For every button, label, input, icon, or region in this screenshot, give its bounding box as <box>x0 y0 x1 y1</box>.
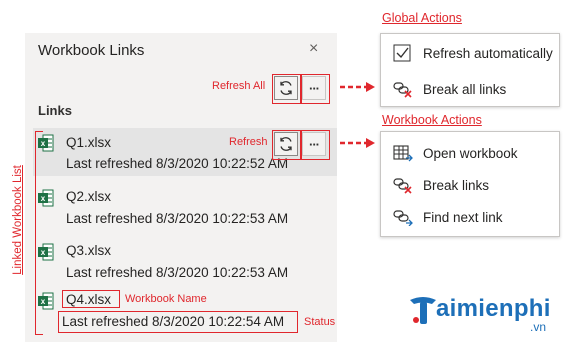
break-link-icon <box>393 178 412 194</box>
menu-item-break-links[interactable]: Break links <box>381 170 559 200</box>
global-more-highlight <box>300 74 330 104</box>
logo-brand-text: aimienphi <box>436 295 551 322</box>
menu-item-refresh-automatically[interactable]: Refresh automatically <box>381 38 559 68</box>
break-link-icon <box>393 82 412 98</box>
workbook-status: Last refreshed 8/3/2020 10:22:53 AM <box>66 265 289 280</box>
menu-item-label: Open workbook <box>423 145 518 161</box>
open-workbook-icon <box>393 145 413 162</box>
annotation-refresh: Refresh <box>229 136 268 148</box>
annotation-linked-workbook-list: Linked Workbook List <box>12 165 24 275</box>
checkmark-icon <box>393 44 411 62</box>
workbook-more-highlight <box>300 130 330 160</box>
global-actions-menu: Refresh automatically Break all links <box>380 33 560 107</box>
annotation-workbook-name: Workbook Name <box>125 293 207 305</box>
status-highlight <box>58 311 298 333</box>
global-actions-title: Global Actions <box>382 11 462 25</box>
annotation-refresh-all: Refresh All <box>212 80 266 92</box>
refresh-all-highlight <box>272 74 302 104</box>
workbook-status: Last refreshed 8/3/2020 10:22:52 AM <box>66 156 289 171</box>
watermark-logo: aimienphi .vn <box>408 286 568 338</box>
workbook-name: Q2.xlsx <box>66 189 112 204</box>
workbook-actions-title: Workbook Actions <box>382 113 482 127</box>
workbook-list-bracket <box>35 131 43 335</box>
workbook-name-highlight <box>62 290 120 308</box>
annotation-status: Status <box>304 316 336 328</box>
workbook-actions-arrow <box>340 138 375 148</box>
links-header: Links <box>38 103 72 118</box>
menu-item-label: Break all links <box>423 81 507 97</box>
pane-title: Workbook Links <box>38 42 145 59</box>
workbook-row-q3[interactable]: x Q3.xlsx Last refreshed 8/3/2020 10:22:… <box>25 237 337 285</box>
logo-suffix-text: .vn <box>530 320 547 334</box>
close-icon[interactable]: × <box>309 41 318 57</box>
workbook-actions-menu: Open workbook Break links Find next link <box>380 131 560 237</box>
find-link-icon <box>393 210 413 226</box>
workbook-status: Last refreshed 8/3/2020 10:22:53 AM <box>66 211 289 226</box>
workbook-name: Q1.xlsx <box>66 135 112 150</box>
global-actions-arrow <box>340 82 375 92</box>
refresh-highlight <box>272 130 302 160</box>
menu-item-open-workbook[interactable]: Open workbook <box>381 138 559 168</box>
menu-item-label: Refresh automatically <box>423 45 553 61</box>
annotation-linked-list-wrap: Linked Workbook List <box>10 155 26 285</box>
workbook-name: Q3.xlsx <box>66 243 112 258</box>
workbook-row-q2[interactable]: x Q2.xlsx Last refreshed 8/3/2020 10:22:… <box>25 183 337 231</box>
menu-item-label: Find next link <box>423 209 503 225</box>
logo-t-mark <box>410 297 436 324</box>
menu-item-label: Break links <box>423 177 490 193</box>
menu-item-break-all-links[interactable]: Break all links <box>381 74 559 104</box>
menu-item-find-next-link[interactable]: Find next link <box>381 202 559 232</box>
